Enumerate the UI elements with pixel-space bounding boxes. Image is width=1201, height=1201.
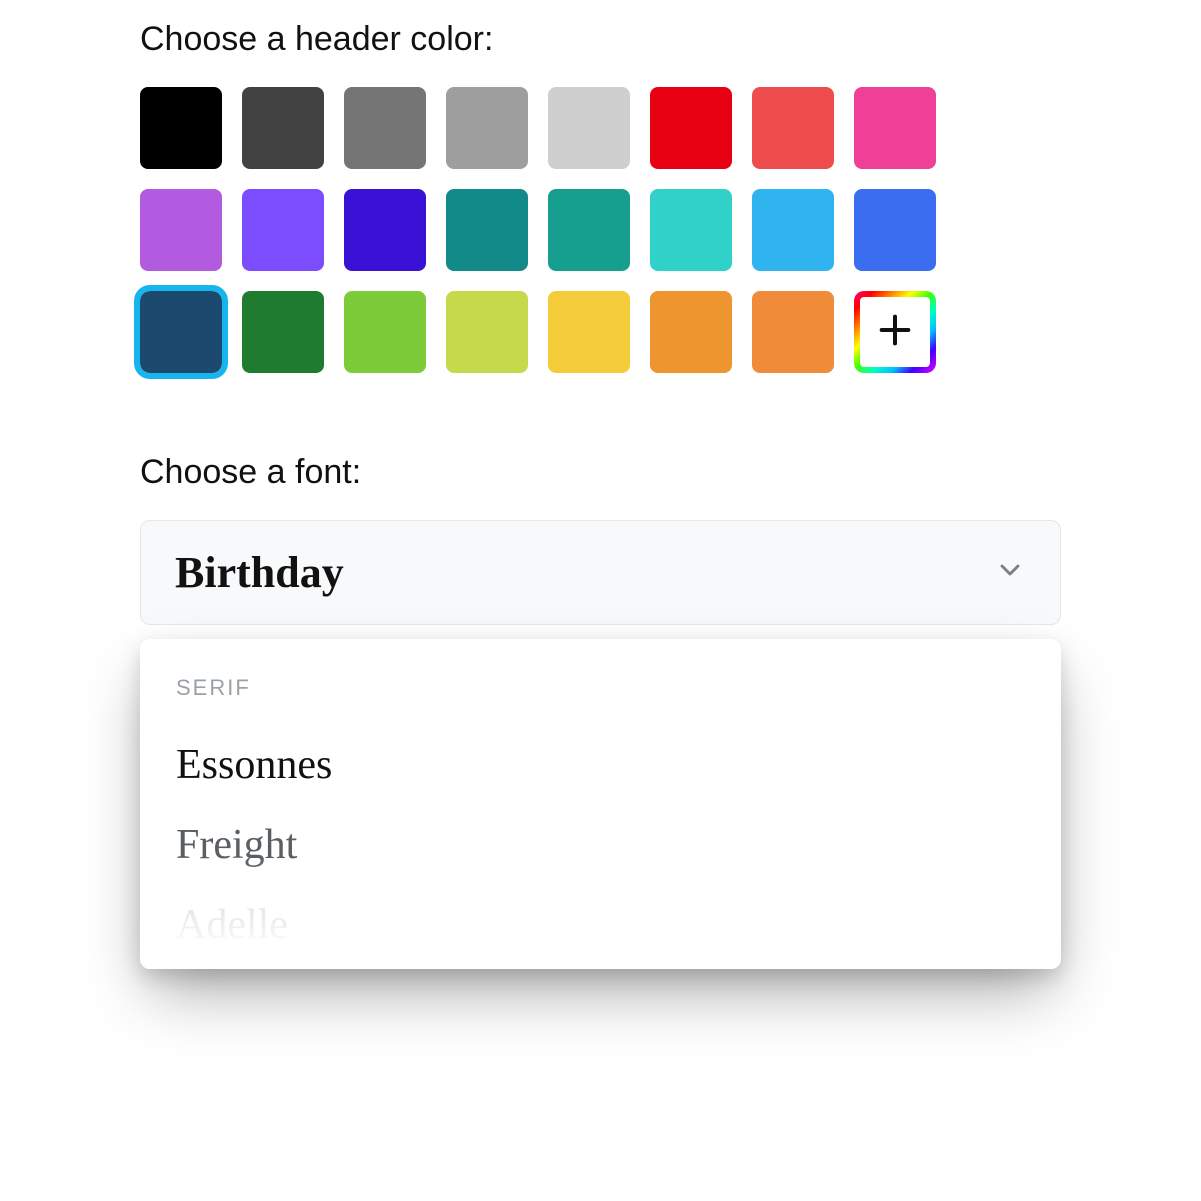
color-swatch[interactable] bbox=[242, 189, 324, 271]
color-swatch[interactable] bbox=[548, 291, 630, 373]
color-swatch[interactable] bbox=[446, 189, 528, 271]
custom-color-button[interactable] bbox=[854, 291, 936, 373]
color-swatch[interactable] bbox=[548, 87, 630, 169]
color-swatch[interactable] bbox=[650, 189, 732, 271]
font-dropdown: SERIF Essonnes Freight Adelle bbox=[140, 639, 1061, 969]
color-swatch[interactable] bbox=[446, 291, 528, 373]
header-color-label: Choose a header color: bbox=[140, 20, 1061, 59]
color-swatch[interactable] bbox=[650, 291, 732, 373]
color-swatch[interactable] bbox=[140, 291, 222, 373]
font-option-adelle[interactable]: Adelle bbox=[176, 889, 1025, 969]
color-swatch[interactable] bbox=[344, 189, 426, 271]
color-swatch[interactable] bbox=[242, 291, 324, 373]
chevron-down-icon bbox=[994, 554, 1026, 591]
color-swatch[interactable] bbox=[344, 291, 426, 373]
font-group-label: SERIF bbox=[176, 675, 1025, 701]
color-swatch[interactable] bbox=[854, 87, 936, 169]
font-selected-value: Birthday bbox=[175, 547, 344, 598]
color-swatch[interactable] bbox=[752, 87, 834, 169]
plus-icon bbox=[875, 310, 915, 355]
color-swatch[interactable] bbox=[344, 87, 426, 169]
color-swatch[interactable] bbox=[140, 87, 222, 169]
font-option-freight[interactable]: Freight bbox=[176, 809, 1025, 889]
color-swatch[interactable] bbox=[548, 189, 630, 271]
font-label: Choose a font: bbox=[140, 453, 1061, 492]
color-swatch[interactable] bbox=[752, 291, 834, 373]
color-swatch[interactable] bbox=[650, 87, 732, 169]
color-swatch[interactable] bbox=[752, 189, 834, 271]
color-swatch[interactable] bbox=[140, 189, 222, 271]
font-option-essonnes[interactable]: Essonnes bbox=[176, 729, 1025, 809]
color-swatch[interactable] bbox=[242, 87, 324, 169]
font-select[interactable]: Birthday bbox=[140, 520, 1061, 625]
color-swatch[interactable] bbox=[446, 87, 528, 169]
color-swatch[interactable] bbox=[854, 189, 936, 271]
color-grid bbox=[140, 87, 1061, 373]
